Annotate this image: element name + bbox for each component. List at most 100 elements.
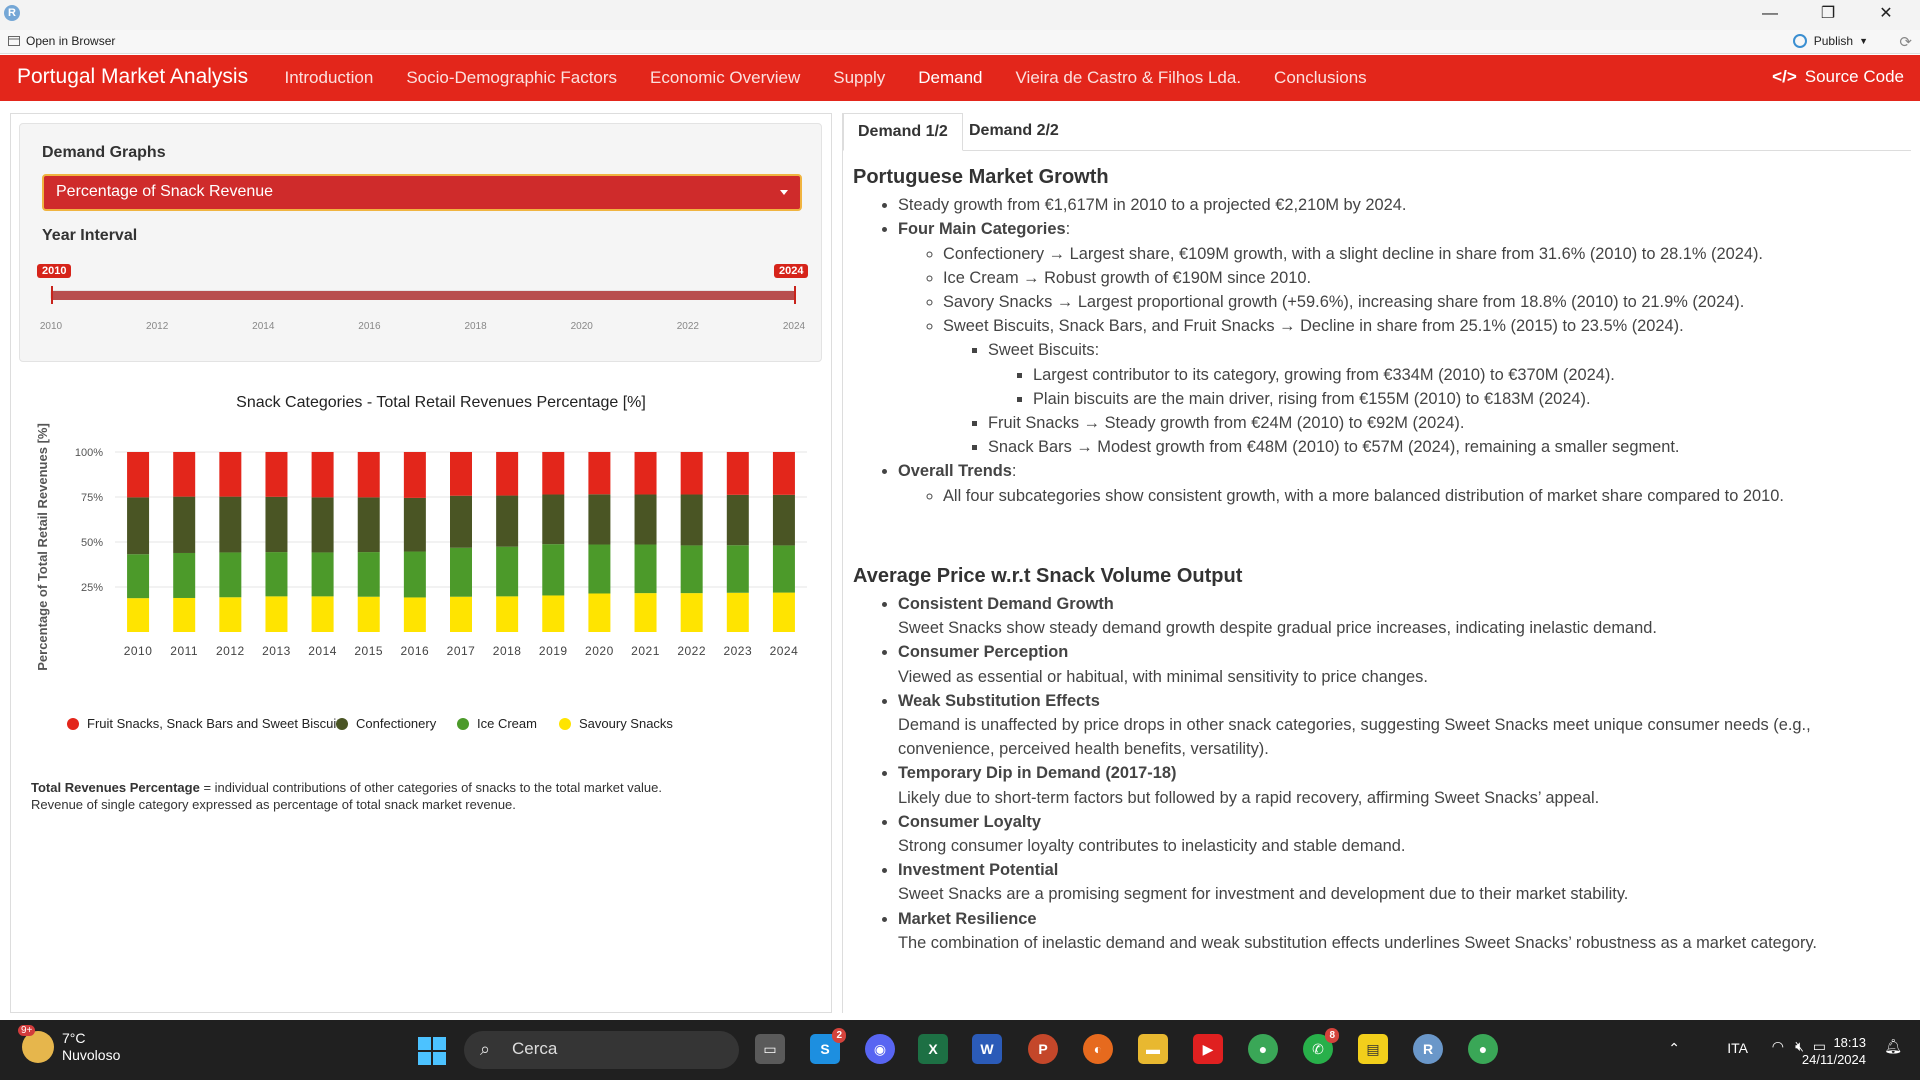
chrome-profile-icon[interactable]: ● [1468, 1034, 1498, 1064]
legend-label[interactable]: Savoury Snacks [579, 716, 673, 731]
nav-menu: Introduction Socio-Demographic Factors E… [268, 55, 1383, 101]
chrome-icon[interactable]: ● [1248, 1034, 1278, 1064]
weather-badge: 9+ [18, 1025, 36, 1036]
legend-label[interactable]: Confectionery [356, 716, 437, 731]
legend-label[interactable]: Fruit Snacks, Snack Bars and Sweet Biscu… [87, 716, 347, 731]
list-item: Four Main Categories: Confectionery → La… [898, 217, 1903, 459]
list-item: Weak Substitution Effects Demand is unaff… [898, 689, 1903, 762]
bar-segment [219, 552, 242, 598]
chevron-up-icon[interactable]: ⌃ [1668, 1040, 1680, 1057]
controls-well: Demand Graphs Percentage of Snack Revenu… [19, 123, 822, 362]
whatsapp-badge: 8 [1325, 1028, 1339, 1043]
bullet-text: Demand is unaffected by price drops in o… [898, 716, 1811, 759]
discord-icon[interactable]: ◉ [865, 1034, 895, 1064]
x-tick-label: 2017 [447, 644, 476, 658]
word-icon[interactable]: W [972, 1034, 1002, 1064]
main-panel: Demand 1/2 Demand 2/2 Portuguese Market … [842, 113, 1911, 1013]
language-indicator[interactable]: ITA [1727, 1040, 1748, 1056]
windows-start-icon[interactable] [418, 1037, 446, 1065]
bar-segment [680, 452, 703, 495]
system-clock[interactable]: 18:13 24/11/2024 [1802, 1034, 1866, 1068]
tab-demand-2[interactable]: Demand 2/2 [955, 113, 1073, 151]
nav-item-economic-overview[interactable]: Economic Overview [634, 55, 817, 101]
notifications-icon[interactable]: 🔔︎ [1884, 1038, 1902, 1055]
legend-marker [559, 718, 571, 730]
bar-segment [311, 596, 334, 632]
open-in-browser-label: Open in Browser [26, 34, 116, 48]
powerpoint-icon[interactable]: P [1028, 1034, 1058, 1064]
bar-segment [311, 552, 334, 597]
window-titlebar: R — ❐ ✕ [0, 0, 1920, 30]
skype-icon[interactable]: S2 [810, 1028, 846, 1064]
publish-button[interactable]: Publish ▼ [1792, 34, 1868, 48]
categories-list: Confectionery → Largest share, €109M gro… [898, 242, 1903, 460]
publish-icon [1792, 34, 1807, 48]
bar-segment [680, 593, 703, 632]
trends-list: All four subcategories show consistent g… [898, 484, 1903, 508]
firefox-icon[interactable]: ◐ [1083, 1034, 1113, 1064]
rstudio-icon[interactable]: R [1413, 1034, 1443, 1064]
weather-widget[interactable]: 9+ 7°C Nuvoloso [18, 1025, 120, 1064]
refresh-icon[interactable]: ⟳ [1899, 33, 1912, 51]
bar-segment [219, 597, 242, 632]
bar-segment [772, 592, 795, 632]
nav-item-vieira-de-castro[interactable]: Vieira de Castro & Filhos Lda. [999, 55, 1258, 101]
maximize-button[interactable]: ❐ [1800, 0, 1856, 28]
bar-segment [173, 452, 196, 497]
whatsapp-icon[interactable]: ✆ 8 [1303, 1028, 1339, 1064]
file-explorer-icon[interactable]: ▬ [1138, 1034, 1168, 1064]
bullet-colon: : [1065, 220, 1071, 239]
source-code-link[interactable]: </> Source Code [1772, 67, 1904, 87]
list-item: Consistent Demand Growth Sweet Snacks sho… [898, 592, 1903, 640]
slider-range-bar[interactable] [52, 291, 796, 300]
bar-segment [265, 552, 288, 597]
x-tick-label: 2019 [539, 644, 568, 658]
average-price-list: Consistent Demand Growth Sweet Snacks sho… [853, 592, 1903, 955]
bar-segment [173, 552, 196, 598]
tab-demand-1[interactable]: Demand 1/2 [843, 113, 963, 151]
close-button[interactable]: ✕ [1858, 0, 1914, 28]
bar-segment [127, 598, 150, 632]
demand-graphs-value: Percentage of Snack Revenue [56, 183, 274, 200]
x-tick-label: 2014 [308, 644, 337, 658]
y-tick-label: 25% [81, 582, 103, 594]
open-in-browser-button[interactable]: Open in Browser [8, 34, 115, 48]
bullet-heading: Weak Substitution Effects [898, 691, 1100, 710]
bullet-heading: Consumer Loyalty [898, 812, 1041, 831]
slider-tick-label: 2016 [358, 321, 381, 332]
nav-item-demand[interactable]: Demand [902, 55, 999, 101]
footnote-line2: Revenue of single category expressed as … [31, 797, 516, 812]
sticky-notes-icon[interactable]: ▤ [1358, 1034, 1388, 1064]
youtube-icon[interactable]: ▶ [1193, 1034, 1223, 1064]
excel-icon[interactable]: X [918, 1034, 948, 1064]
bar-segment [265, 452, 288, 497]
nav-item-conclusions[interactable]: Conclusions [1258, 55, 1384, 101]
list-item-text: Sweet Biscuits: [988, 341, 1100, 360]
x-tick-label: 2024 [770, 644, 799, 658]
nav-item-introduction[interactable]: Introduction [268, 55, 390, 101]
weather-temp: 7°C [62, 1030, 86, 1046]
demand-graphs-select[interactable]: Percentage of Snack Revenue [42, 174, 802, 211]
slider-tick-label: 2010 [39, 321, 63, 332]
bar-segment [357, 452, 380, 498]
wifi-icon[interactable]: ◠ [1772, 1038, 1784, 1055]
slider-min-handle[interactable] [51, 286, 53, 304]
list-item: Snack Bars → Modest growth from €48M (20… [988, 435, 1903, 459]
list-item: Plain biscuits are the main driver, risi… [1033, 387, 1903, 411]
bar-segment [357, 497, 380, 553]
bar-segment [542, 452, 565, 495]
bar-segment [403, 597, 426, 632]
slider-tick-label: 2018 [464, 321, 487, 332]
nav-item-supply[interactable]: Supply [817, 55, 902, 101]
minimize-button[interactable]: — [1742, 0, 1798, 28]
slider-max-handle[interactable] [794, 286, 796, 304]
bar-segment [680, 494, 703, 546]
bullet-heading: Four Main Categories [898, 220, 1066, 239]
task-view-icon[interactable]: ▭ [755, 1034, 785, 1064]
taskbar-search[interactable]: ⌕ Cerca [464, 1031, 739, 1069]
nav-item-socio-demographic[interactable]: Socio-Demographic Factors [390, 55, 634, 101]
navbar-brand[interactable]: Portugal Market Analysis [17, 65, 248, 89]
legend-label[interactable]: Ice Cream [477, 716, 537, 731]
bar-segment [726, 592, 749, 632]
bar-segment [588, 593, 611, 632]
